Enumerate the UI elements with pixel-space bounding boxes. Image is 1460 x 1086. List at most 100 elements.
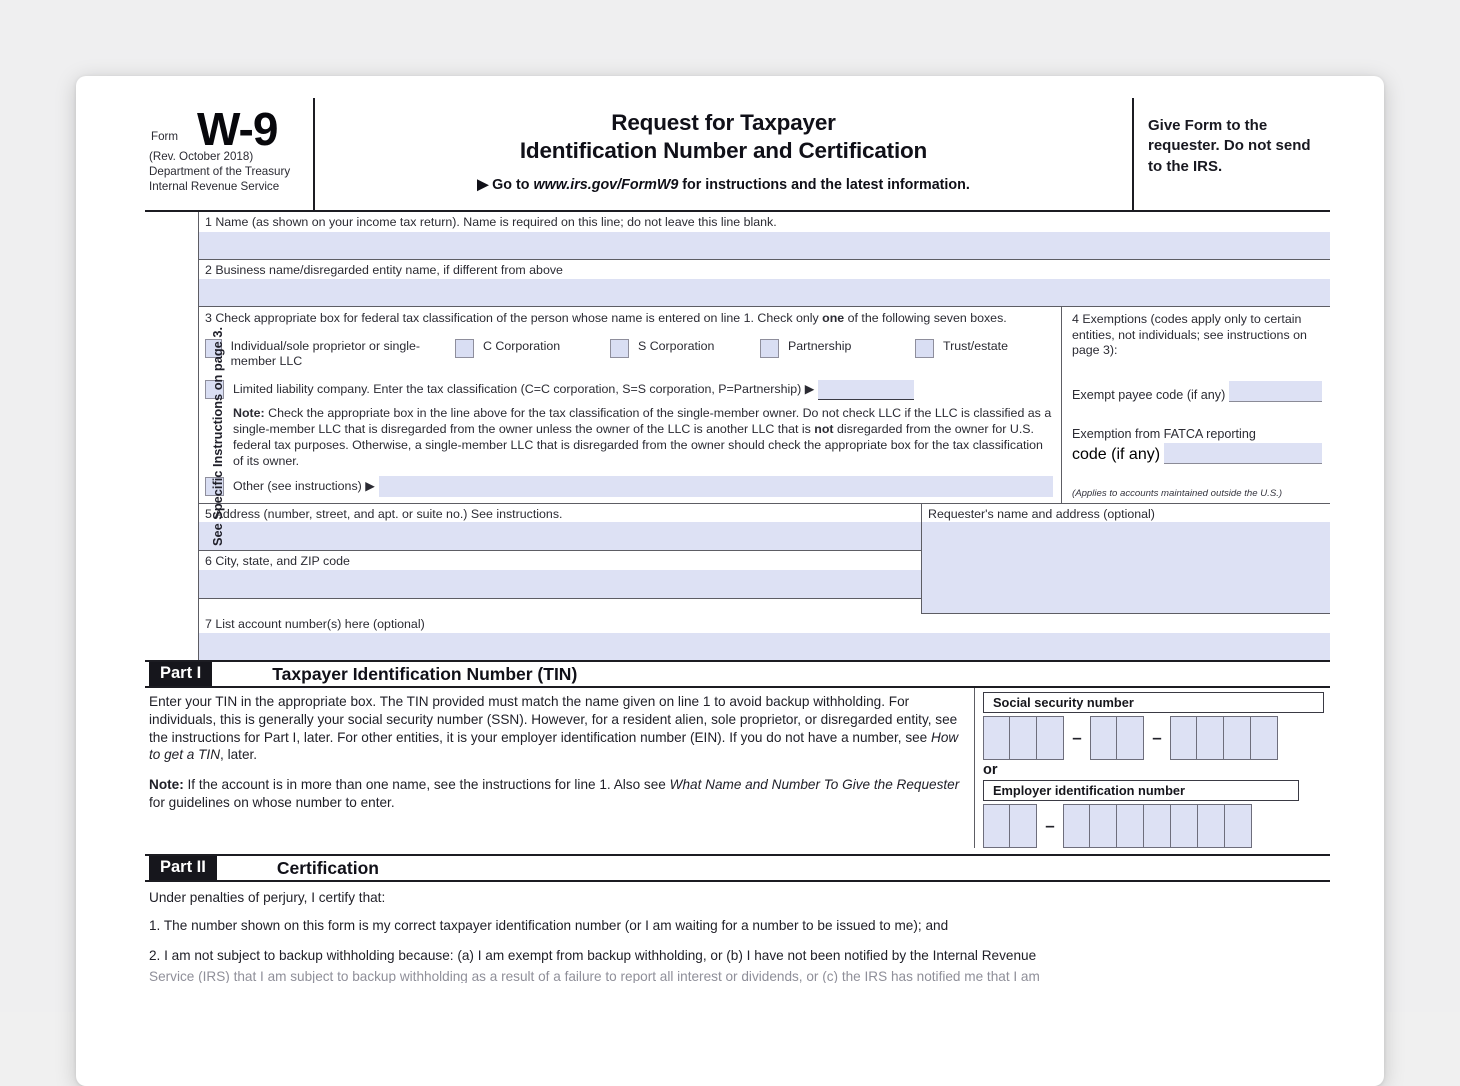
requester-label: Requester's name and address (optional) [922,504,1330,523]
ein-separator: – [1037,816,1063,836]
ssn-cell[interactable] [1117,716,1144,760]
requester-input[interactable] [922,522,1330,613]
part-2-lead: Under penalties of perjury, I certify th… [149,890,1326,905]
ein-cell[interactable] [1117,804,1144,848]
form-fields: 1 Name (as shown on your income tax retu… [199,212,1330,660]
ein-cells[interactable]: – [983,804,1324,848]
part-1-text: Enter your TIN in the appropriate box. T… [145,688,974,848]
checkbox-c-corporation[interactable]: C Corporation [455,339,610,358]
ssn-cell[interactable] [1037,716,1064,760]
checkbox-label-c-corporation: C Corporation [483,339,560,355]
checkbox-trust-estate[interactable]: Trust/estate [915,339,1008,358]
checkbox-icon-s-corporation[interactable] [610,339,629,358]
checkbox-label-s-corporation: S Corporation [638,339,714,355]
checkbox-icon-partnership[interactable] [760,339,779,358]
ein-title: Employer identification number [983,780,1299,801]
part-1-name: Taxpayer Identification Number (TIN) [272,664,577,685]
tin-entry-block: Social security number – – [974,688,1330,848]
ein-cell[interactable] [1225,804,1252,848]
fatca-label-line-1: Exemption from FATCA reporting [1072,427,1322,441]
form-revision-block: (Rev. October 2018) Department of the Tr… [149,150,290,194]
fatca-footnote: (Applies to accounts maintained outside … [1072,488,1322,499]
ssn-group-2[interactable] [1090,716,1144,760]
line-3-label: 3 Check appropriate box for federal tax … [205,311,1053,326]
ein-cell[interactable] [1090,804,1117,848]
ein-group-1[interactable] [983,804,1037,848]
line-2-input[interactable] [199,279,1330,306]
form-body: See Specific Instructions on page 3. Pri… [145,210,1330,660]
form-header: Form W-9 (Rev. October 2018) Department … [145,98,1330,210]
line-7-input[interactable] [199,633,1330,660]
give-form-notice: Give Form to the requester. Do not send … [1134,98,1330,210]
part-1-paragraph: Enter your TIN in the appropriate box. T… [149,693,960,764]
tin-or-label: or [983,762,1324,778]
part-2-item-1: 1. The number shown on this form is my c… [149,917,1326,935]
ssn-title: Social security number [983,692,1324,713]
part-1-note-italic: What Name and Number To Give the Request… [670,777,960,792]
exempt-payee-input[interactable] [1229,381,1322,402]
ein-cell[interactable] [1144,804,1171,848]
line-3-block: 3 Check appropriate box for federal tax … [199,307,1062,503]
fatca-code-input[interactable] [1164,443,1322,464]
checkbox-label-trust-estate: Trust/estate [943,339,1008,355]
goto-arrow-prefix: ▶ Go to [477,177,533,193]
ssn-group-3[interactable] [1170,716,1278,760]
ein-cell[interactable] [1171,804,1198,848]
ssn-cell[interactable] [1197,716,1224,760]
line-2-label: 2 Business name/disregarded entity name,… [199,260,1330,280]
exempt-payee-label: Exempt payee code (if any) [1072,388,1225,402]
part-1-note-label: Note: [149,777,184,792]
line-1-row: 1 Name (as shown on your income tax retu… [199,212,1330,260]
ssn-group-1[interactable] [983,716,1064,760]
part-2-body: Under penalties of perjury, I certify th… [145,882,1330,983]
part-1-body: Enter your TIN in the appropriate box. T… [145,688,1330,848]
llc-row[interactable]: Limited liability company. Enter the tax… [205,380,1053,400]
ein-cell[interactable] [1198,804,1225,848]
line-4-label: 4 Exemptions (codes apply only to certai… [1072,312,1322,359]
ssn-cell[interactable] [983,716,1010,760]
part-1-paragraph-tail: , later. [220,747,257,762]
irs-link-line: ▶ Go to www.irs.gov/FormW9 for instructi… [477,177,970,193]
part-1-header: Part I Taxpayer Identification Number (T… [145,660,1330,688]
checkbox-icon-trust-estate[interactable] [915,339,934,358]
ssn-separator: – [1144,728,1170,748]
side-rail: See Specific Instructions on page 3. Pri… [145,212,199,660]
ssn-cell[interactable] [1224,716,1251,760]
line-3-and-4-row: 3 Check appropriate box for federal tax … [199,307,1330,504]
exempt-payee-row: Exempt payee code (if any) [1072,381,1322,402]
llc-classification-input[interactable] [818,380,914,400]
ein-cell[interactable] [983,804,1010,848]
line-1-input[interactable] [199,232,1330,259]
ssn-cell[interactable] [1010,716,1037,760]
part-1-paragraph-a: Enter your TIN in the appropriate box. T… [149,694,957,745]
ssn-separator: – [1064,728,1090,748]
ein-cell[interactable] [1010,804,1037,848]
ein-cell[interactable] [1063,804,1090,848]
llc-note-bold: not [814,422,833,436]
ssn-cell[interactable] [1251,716,1278,760]
fatca-row: code (if any) [1072,443,1322,464]
checkbox-icon-c-corporation[interactable] [455,339,474,358]
part-1-note: Note: If the account is in more than one… [149,776,960,812]
revision-date: (Rev. October 2018) [149,150,290,165]
llc-note: Note: Check the appropriate box in the l… [233,405,1053,470]
part-2-item-2: 2. I am not subject to backup withholdin… [149,947,1326,965]
line-7-label: 7 List account number(s) here (optional) [199,614,1330,633]
requester-column: Requester's name and address (optional) [922,504,1330,615]
part-2-tag: Part II [149,856,217,880]
other-classification-input[interactable] [379,476,1053,497]
ssn-cell[interactable] [1090,716,1117,760]
checkbox-partnership[interactable]: Partnership [760,339,915,358]
line-4-block: 4 Exemptions (codes apply only to certai… [1062,307,1330,503]
checkbox-s-corporation[interactable]: S Corporation [610,339,760,358]
ein-group-2[interactable] [1063,804,1252,848]
ssn-cells[interactable]: – – [983,716,1324,760]
part-1-note-tail: for guidelines on whose number to enter. [149,795,395,810]
irs-url[interactable]: www.irs.gov/FormW9 [533,177,678,193]
rail-specific-instructions: See Specific Instructions on page 3. [210,326,225,545]
fatca-label-line-2: code (if any) [1072,446,1160,464]
line-3-label-part-b: of the following seven boxes. [844,311,1007,325]
ssn-cell[interactable] [1170,716,1197,760]
line-1-label: 1 Name (as shown on your income tax retu… [199,212,1330,232]
other-row[interactable]: Other (see instructions) ▶ [205,476,1053,499]
